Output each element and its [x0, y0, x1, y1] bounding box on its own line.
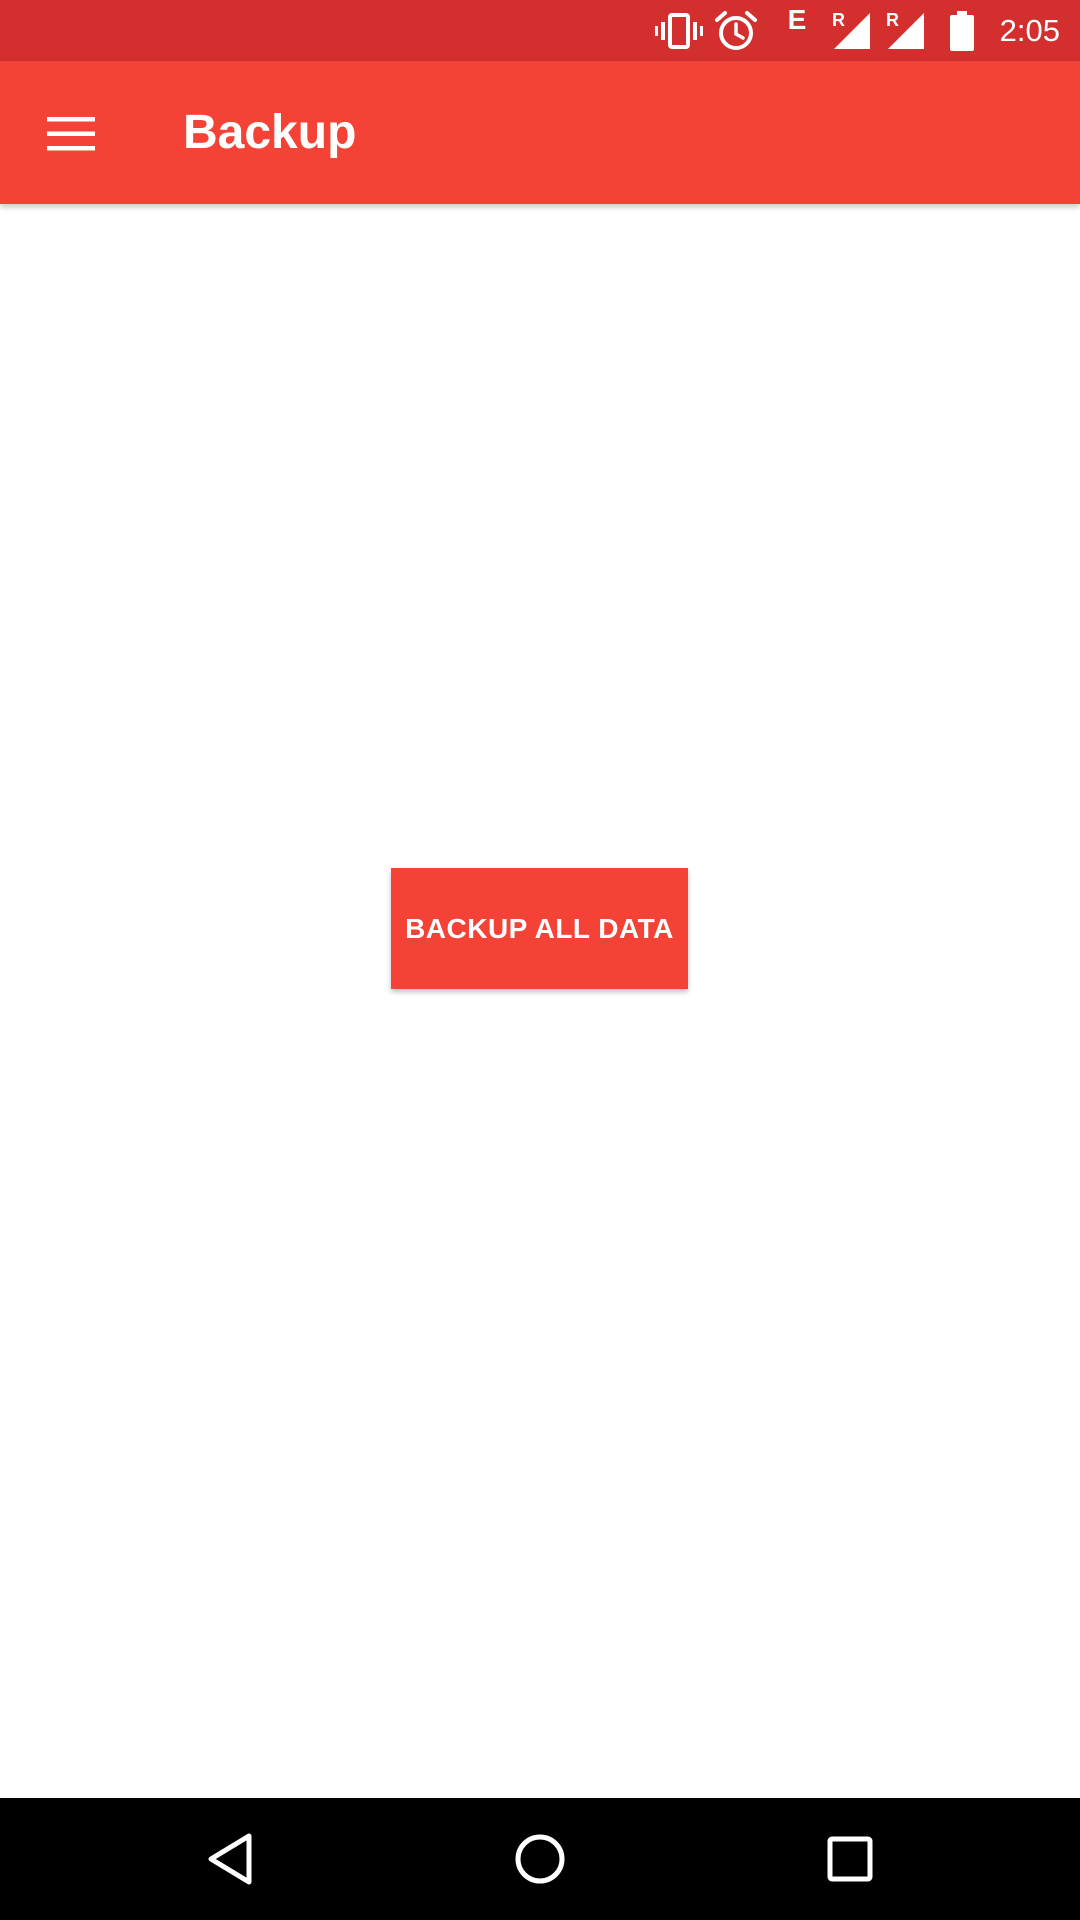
network-label: E [787, 4, 807, 35]
hamburger-menu-icon [47, 117, 95, 151]
app-bar: Backup [0, 61, 1080, 204]
status-time: 2:05 [999, 13, 1060, 48]
edge-network-icon: E [782, 0, 812, 61]
recents-button[interactable] [780, 1798, 920, 1920]
back-icon [208, 1833, 252, 1885]
page-title: Backup [183, 106, 357, 159]
vibrate-icon [655, 0, 703, 61]
roaming-signal-icon: R [884, 0, 924, 61]
alarm-icon [714, 0, 758, 61]
menu-button[interactable] [26, 89, 116, 179]
navigation-bar [0, 1798, 1080, 1920]
roaming-label: R [886, 10, 899, 30]
roaming-signal-icon: R [830, 0, 870, 61]
backup-all-data-button[interactable]: BACKUP ALL DATA [391, 868, 688, 989]
home-icon [515, 1834, 565, 1884]
recents-icon [827, 1836, 873, 1882]
battery-icon [946, 0, 978, 61]
home-button[interactable] [470, 1798, 610, 1920]
main-content: BACKUP ALL DATA [0, 204, 1080, 1798]
back-button[interactable] [160, 1798, 300, 1920]
roaming-label: R [832, 10, 845, 30]
screen: E R R 2:05 Backup BACKUP ALL DATA [0, 0, 1080, 1920]
status-bar: E R R 2:05 [0, 0, 1080, 61]
